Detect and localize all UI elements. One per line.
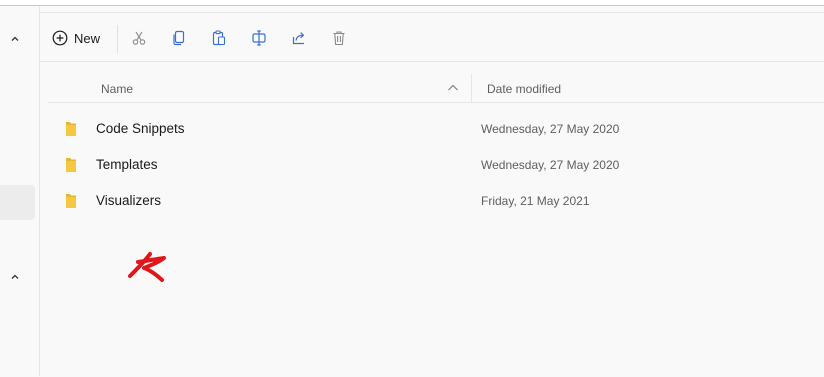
folder-icon — [66, 194, 76, 208]
column-header-date-modified[interactable]: Date modified — [487, 82, 561, 96]
plus-circle-icon — [52, 30, 68, 46]
file-list-pane: New Name Date modified Code Snippets Wed… — [40, 12, 824, 377]
copy-button[interactable] — [167, 26, 191, 50]
file-name: Code Snippets — [96, 121, 185, 136]
paste-icon — [212, 30, 226, 46]
new-button[interactable]: New — [52, 25, 100, 51]
folder-icon — [66, 158, 76, 172]
collapse-chevron-icon[interactable] — [6, 268, 24, 286]
list-item[interactable]: Visualizers Friday, 21 May 2021 — [48, 184, 824, 218]
window-top-edge — [0, 0, 824, 6]
sort-ascending-chevron-icon[interactable] — [446, 81, 460, 95]
file-date-modified: Friday, 21 May 2021 — [481, 194, 590, 208]
column-header-name[interactable]: Name — [101, 82, 133, 96]
command-bar: New — [40, 13, 824, 62]
column-divider[interactable] — [471, 74, 472, 102]
cut-icon — [132, 31, 146, 45]
file-date-modified: Wednesday, 27 May 2020 — [481, 122, 620, 136]
cut-button[interactable] — [127, 26, 151, 50]
copy-icon — [173, 30, 185, 46]
rename-button[interactable] — [247, 26, 271, 50]
collapse-chevron-icon[interactable] — [6, 30, 24, 48]
file-date-modified: Wednesday, 27 May 2020 — [481, 158, 620, 172]
nav-selected-item[interactable] — [0, 185, 35, 220]
delete-button[interactable] — [327, 26, 351, 50]
file-name: Visualizers — [96, 193, 162, 208]
toolbar-separator — [117, 25, 118, 53]
list-item[interactable]: Templates Wednesday, 27 May 2020 — [48, 148, 824, 182]
navigation-pane — [0, 6, 40, 376]
file-name: Templates — [96, 157, 158, 172]
share-button[interactable] — [287, 26, 311, 50]
red-annotation-mark — [128, 252, 166, 282]
column-headers: Name Date modified — [48, 74, 824, 103]
share-icon — [292, 32, 305, 45]
new-button-label: New — [74, 30, 101, 46]
list-item[interactable]: Code Snippets Wednesday, 27 May 2020 — [48, 112, 824, 146]
rename-icon — [252, 30, 266, 46]
paste-button[interactable] — [207, 26, 231, 50]
folder-icon — [66, 122, 76, 136]
delete-icon — [333, 31, 345, 46]
